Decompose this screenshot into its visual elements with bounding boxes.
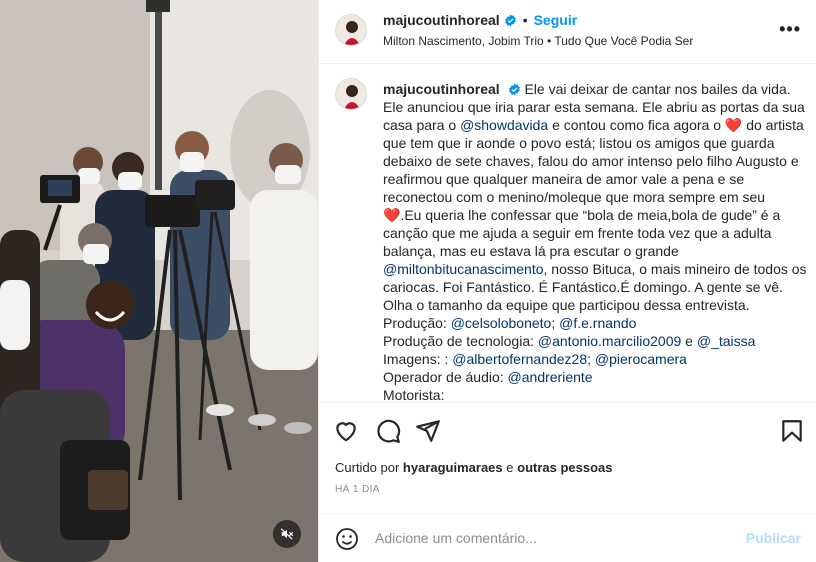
avatar-image bbox=[336, 15, 366, 45]
verified-badge-icon bbox=[504, 14, 516, 26]
muted-speaker-icon bbox=[280, 528, 294, 540]
share-icon[interactable] bbox=[415, 418, 441, 444]
separator-dot: • bbox=[522, 12, 528, 28]
verified-badge-icon bbox=[508, 83, 520, 96]
post-author: majucoutinhoreal • Seguir bbox=[383, 12, 577, 28]
mention-link[interactable]: @f.e.rnando bbox=[559, 315, 636, 331]
mention-link[interactable]: @miltonbitucanascimento bbox=[383, 261, 544, 277]
post-media[interactable] bbox=[0, 0, 318, 562]
mention-link[interactable]: @pierocamera bbox=[595, 351, 687, 367]
caption-text: majucoutinhoreal Ele vai deixar de canta… bbox=[383, 80, 807, 403]
likes-summary: Curtido por hyaraguimaraes e outras pess… bbox=[335, 460, 613, 475]
mention-link[interactable]: @_taissa bbox=[697, 333, 756, 349]
caption-avatar[interactable] bbox=[335, 78, 367, 110]
more-options-button[interactable]: ••• bbox=[779, 20, 801, 38]
post-header: majucoutinhoreal • Seguir Milton Nascime… bbox=[319, 0, 816, 64]
bookmark-icon[interactable] bbox=[779, 418, 805, 444]
mention-link[interactable]: @showdavida bbox=[460, 117, 548, 133]
credits-images: Imagens: : @albertofernandez28; @pieroca… bbox=[383, 351, 687, 367]
caption-username[interactable]: majucoutinhoreal bbox=[383, 81, 500, 97]
avatar-image bbox=[336, 79, 366, 109]
post-photo bbox=[0, 0, 318, 562]
follow-button[interactable]: Seguir bbox=[534, 12, 578, 28]
heart-emoji: ❤️ bbox=[724, 117, 743, 133]
comment-input[interactable] bbox=[375, 526, 735, 550]
post-side-panel: majucoutinhoreal • Seguir Milton Nascime… bbox=[318, 0, 816, 562]
caption-body: e contou como fica agora o bbox=[548, 117, 725, 133]
comment-bar: Publicar bbox=[319, 513, 816, 562]
mute-button[interactable] bbox=[273, 520, 301, 548]
caption-body: .Eu queria lhe confessar que “bola de me… bbox=[383, 207, 781, 259]
liked-by-user[interactable]: hyaraguimaraes bbox=[403, 460, 503, 475]
post-timestamp[interactable]: HÁ 1 DIA bbox=[335, 484, 380, 495]
mention-link[interactable]: @albertofernandez28 bbox=[452, 351, 587, 367]
publish-button[interactable]: Publicar bbox=[746, 530, 801, 546]
credits-audio: Operador de áudio: @andreriente bbox=[383, 369, 593, 385]
audio-label[interactable]: Milton Nascimento, Jobim Trio • Tudo Que… bbox=[383, 34, 693, 48]
credits-driver: Motorista: bbox=[383, 387, 445, 403]
author-username[interactable]: majucoutinhoreal bbox=[383, 12, 500, 28]
credits-technology: Produção de tecnologia: @antonio.marcili… bbox=[383, 333, 756, 349]
mention-link[interactable]: @celsoloboneto bbox=[451, 315, 552, 331]
mention-link[interactable]: @antonio.marcilio2009 bbox=[538, 333, 681, 349]
heart-icon[interactable] bbox=[333, 418, 359, 444]
avatar[interactable] bbox=[335, 14, 367, 46]
caption-area: majucoutinhoreal Ele vai deixar de canta… bbox=[319, 65, 816, 403]
action-bar bbox=[319, 404, 816, 456]
liked-by-others[interactable]: outras pessoas bbox=[517, 460, 612, 475]
heart-emoji: ❤️ bbox=[383, 207, 401, 223]
emoji-icon[interactable] bbox=[335, 527, 359, 551]
mention-link[interactable]: @andreriente bbox=[508, 369, 593, 385]
comment-icon[interactable] bbox=[375, 418, 401, 444]
credits-production: Produção: @celsoloboneto; @f.e.rnando bbox=[383, 315, 637, 331]
